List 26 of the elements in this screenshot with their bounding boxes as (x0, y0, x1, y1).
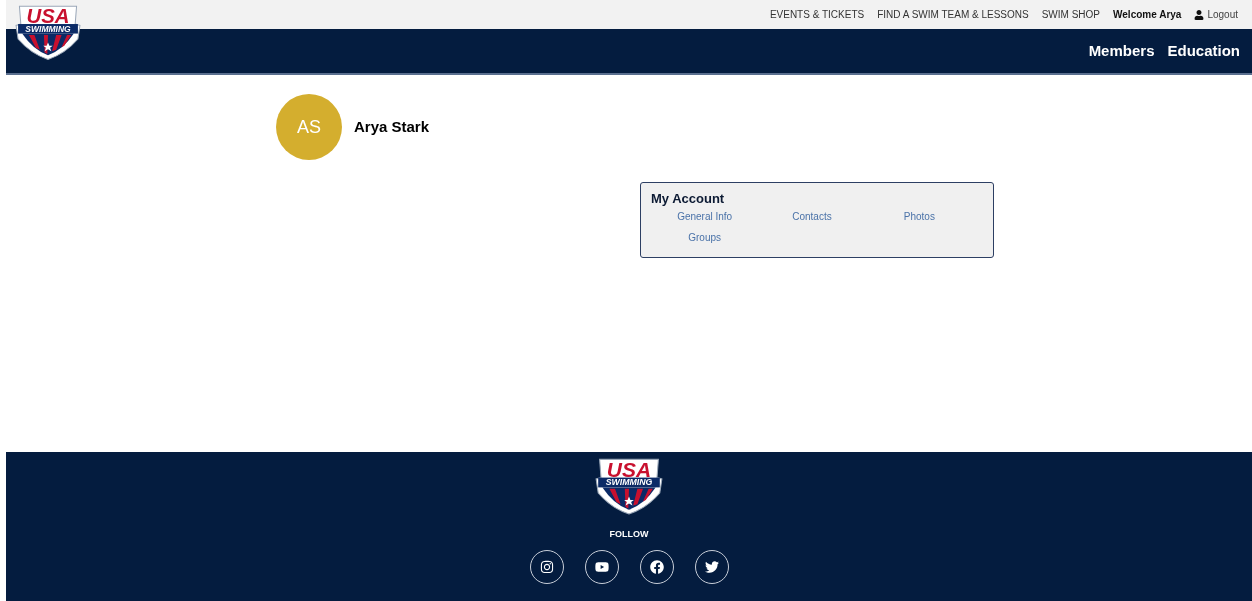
logo-text: USA (26, 6, 71, 27)
card-title: My Account (651, 192, 726, 205)
facebook-icon (649, 559, 664, 574)
shield-icon (14, 5, 82, 61)
top-nav-link[interactable]: EVENTS & TICKETS (769, 7, 865, 22)
youtube-icon (594, 559, 609, 574)
instagram-icon (539, 559, 554, 574)
top-nav-link[interactable]: SWIM SHOP (1041, 7, 1101, 22)
main-nav-link[interactable]: Education (1167, 39, 1240, 63)
twitter-icon (704, 559, 719, 574)
main-nav-link[interactable]: Members (1088, 39, 1155, 63)
follow-heading: FOLLOW (609, 528, 649, 542)
account-link[interactable]: Photos (865, 210, 973, 224)
logout-link[interactable]: Logout (1194, 7, 1238, 22)
shield-icon (594, 458, 664, 516)
account-link[interactable]: General Info (651, 210, 759, 224)
social-link[interactable] (584, 549, 619, 584)
top-nav-link[interactable]: FIND A SWIM TEAM & LESSONS (877, 7, 1029, 22)
logo-text: SWIMMING (24, 24, 72, 34)
avatar: AS (276, 94, 342, 160)
welcome-text: Welcome Arya (1113, 8, 1182, 22)
user-icon (1194, 9, 1205, 20)
profile-name: Arya Stark (354, 116, 430, 137)
logo-text: SWIMMING (604, 478, 654, 488)
account-link[interactable]: Contacts (758, 210, 866, 224)
account-link[interactable]: Groups (651, 231, 759, 245)
